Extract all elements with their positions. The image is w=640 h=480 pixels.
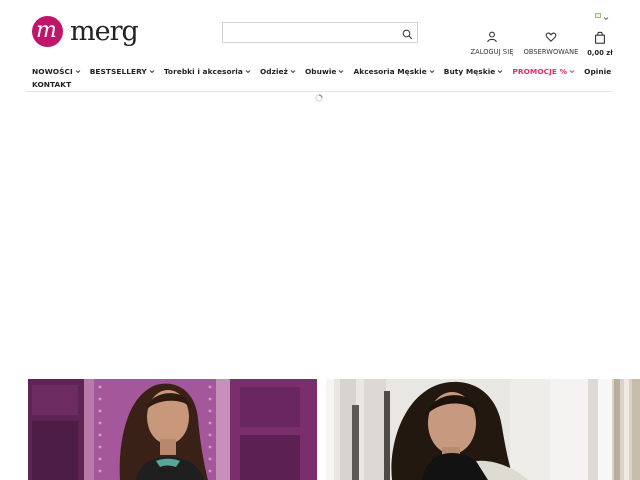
nav-item-akcesoria-meskie[interactable]: Akcesoria Męskie [353, 66, 435, 76]
nav-item-label: Obuwie [304, 66, 337, 76]
nav-item-torebki[interactable]: Torebki i akcesoria [164, 67, 251, 76]
login-link[interactable]: ZALOGUJ SIĘ [470, 31, 514, 56]
nav-item-opinie[interactable]: Opinie [584, 67, 611, 76]
promo-banner-3[interactable] [612, 379, 640, 480]
search-input[interactable] [223, 23, 399, 42]
main-nav: NOWOŚCI BESTSELLERY Torebki i akcesoria … [32, 65, 612, 90]
login-label: ZALOGUJ SIĘ [470, 48, 514, 56]
logo-text: merg [70, 15, 139, 47]
nav-item-label: BESTSELLERY [89, 66, 147, 76]
chevron-down-icon [569, 67, 575, 76]
shopping-bag-icon [594, 31, 606, 44]
promo-photo-partial [612, 379, 640, 480]
heart-icon [545, 31, 557, 43]
promo-photo-woman-white-street [326, 379, 612, 480]
nav-item-odziez[interactable]: Odzież [260, 67, 296, 76]
nav-item-promocje[interactable]: PROMOCJE % [512, 67, 575, 76]
favorites-link[interactable]: OBSERWOWANE [523, 31, 579, 56]
nav-item-buty-meskie[interactable]: Buty Męskie [444, 67, 504, 76]
nav-item-label: Torebki i akcesoria [163, 66, 243, 76]
nav-item-label: Odzież [259, 66, 288, 76]
promo-photo-woman-pink-door [28, 379, 317, 480]
promo-banner-1[interactable] [28, 379, 317, 480]
nav-item-nowosci[interactable]: NOWOŚCI [32, 67, 81, 76]
nav-item-label: Opinie [584, 66, 612, 76]
nav-item-bestsellery[interactable]: BESTSELLERY [90, 67, 155, 76]
nav-item-label: PROMOCJE % [512, 66, 568, 76]
favorites-label: OBSERWOWANE [523, 48, 579, 56]
search-box [222, 22, 418, 43]
language-selector[interactable] [595, 6, 609, 25]
nav-item-kontakt[interactable]: KONTAKT [32, 80, 71, 89]
chevron-down-icon [149, 67, 155, 76]
page: { "brand": { "name": "merg", "mark_lette… [0, 0, 640, 480]
chevron-down-icon [75, 67, 81, 76]
chevron-down-icon [497, 67, 503, 76]
nav-item-label: Buty Męskie [443, 66, 496, 76]
search-icon[interactable] [401, 26, 414, 40]
loading-spinner-icon [314, 88, 324, 102]
user-icon [486, 31, 498, 43]
chevron-down-icon [245, 67, 251, 76]
nav-row: NOWOŚCI BESTSELLERY Torebki i akcesoria … [32, 65, 612, 77]
flag-icon [595, 13, 601, 18]
chevron-down-icon [338, 67, 344, 76]
chevron-down-icon [429, 67, 435, 76]
logo[interactable]: m merg [32, 15, 139, 47]
promo-banner-2[interactable] [326, 379, 612, 480]
nav-item-label: NOWOŚCI [32, 66, 73, 76]
nav-item-label: Akcesoria Męskie [353, 66, 427, 76]
logo-mark-icon: m [32, 16, 63, 47]
cart-link[interactable]: 0,00 zł [586, 31, 614, 57]
chevron-down-icon [290, 67, 296, 76]
nav-item-label: KONTAKT [32, 79, 72, 89]
logo-mark-letter: m [36, 18, 57, 43]
cart-total: 0,00 zł [587, 49, 613, 57]
chevron-down-icon [603, 6, 609, 25]
nav-item-obuwie[interactable]: Obuwie [305, 67, 345, 76]
